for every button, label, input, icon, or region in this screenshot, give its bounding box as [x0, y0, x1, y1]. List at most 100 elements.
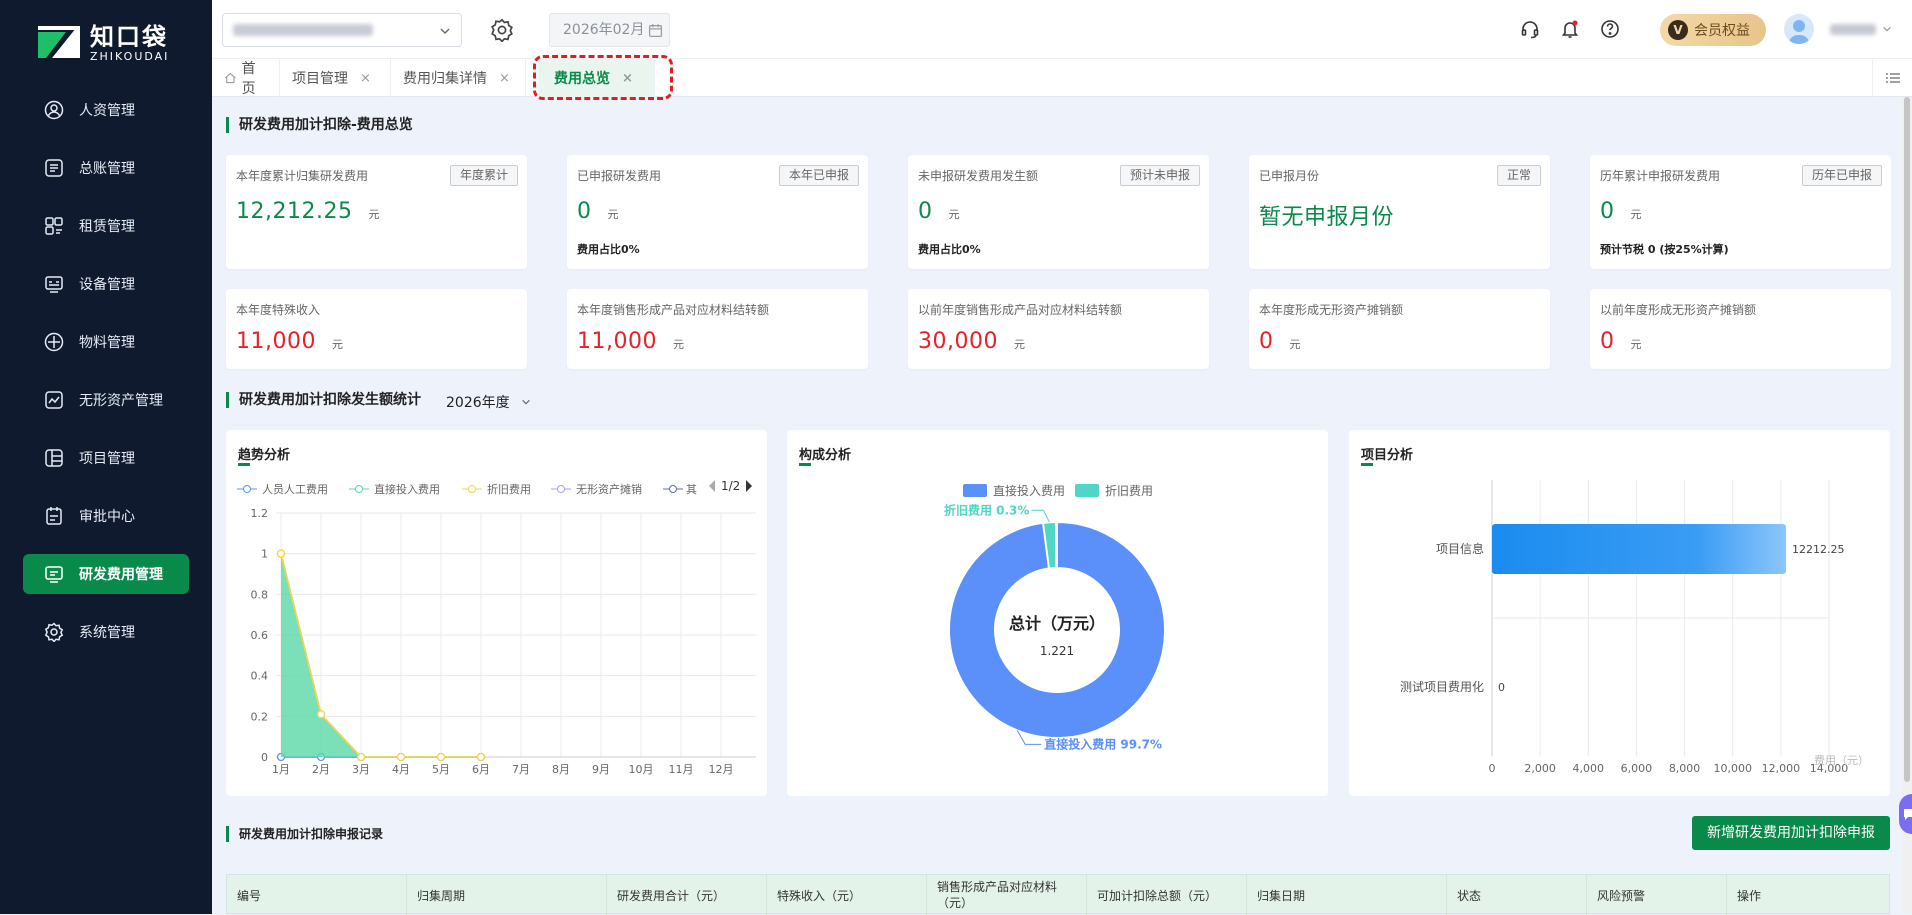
vip-badge-icon: V	[1668, 20, 1688, 40]
column-header[interactable]: 销售形成产品对应材料（元）	[927, 875, 1087, 915]
month-picker[interactable]: 2026年02月	[549, 13, 670, 47]
close-icon[interactable]: ×	[360, 71, 371, 86]
card-value: 12,212.25 元	[236, 199, 380, 224]
card-tag[interactable]: 本年已申报	[778, 165, 859, 186]
column-header[interactable]: 研发费用合计（元）	[607, 875, 767, 915]
card-tag[interactable]: 正常	[1496, 165, 1541, 186]
intangible-icon	[43, 389, 65, 411]
sidebar-item-project[interactable]: 项目管理	[23, 438, 189, 478]
card-label: 历年累计申报研发费用	[1600, 169, 1721, 183]
card-label: 本年度销售形成产品对应材料结转额	[577, 303, 770, 317]
page-scrollbar[interactable]	[1902, 97, 1912, 914]
card-sub: 费用占比0%	[577, 243, 640, 256]
avatar[interactable]	[1784, 14, 1814, 44]
data-point	[436, 752, 446, 762]
sidebar-item-material[interactable]: 物料管理	[23, 322, 189, 362]
composition-chart: 直接投入费用 折旧费用直接投入费用 99.7% 折旧费用 0.3% 总计（万元） 1.2…	[944, 483, 1166, 751]
sidebar-item-hr[interactable]: 人资管理	[23, 90, 189, 130]
column-header[interactable]: 操作	[1727, 875, 1891, 915]
card-value: 0元	[918, 199, 960, 224]
headset-icon[interactable]	[1520, 19, 1540, 39]
x-tick-label: 6月	[472, 763, 490, 776]
tab-menu-button[interactable]	[1872, 59, 1912, 97]
card-value: 11,000 元	[236, 329, 343, 354]
x-tick-label: 4月	[392, 763, 410, 776]
column-header[interactable]: 归集日期	[1247, 875, 1447, 915]
project-icon	[43, 447, 65, 469]
column-header[interactable]: 风险预警	[1587, 875, 1727, 915]
y-tick-label: 0	[261, 751, 268, 764]
vip-button[interactable]: V 会员权益	[1660, 14, 1766, 46]
add-declaration-button[interactable]: 新增研发费用加计扣除申报	[1692, 816, 1890, 850]
sidebar-item-label: 项目管理	[79, 451, 135, 467]
tab-expense-detail[interactable]: 费用归集详情 ×	[391, 59, 526, 97]
approval-icon	[43, 505, 65, 527]
pager-next-icon[interactable]	[744, 479, 754, 493]
card-intangible-current: 本年度形成无形资产摊销额 0元	[1249, 289, 1550, 369]
tab-label: 项目管理	[292, 71, 348, 87]
user-name-redacted[interactable]	[1830, 24, 1876, 35]
month-value: 2026年02月	[563, 22, 645, 38]
scrollbar-thumb[interactable]	[1904, 97, 1910, 782]
company-select[interactable]	[222, 13, 462, 47]
donut-center-value: 1.221	[1040, 644, 1074, 658]
data-point	[356, 752, 366, 762]
sidebar-item-system[interactable]: 系统管理	[23, 612, 189, 652]
legend-item[interactable]: 无形资产摊销	[551, 481, 642, 497]
column-header[interactable]: 可加计扣除总额（元）	[1087, 875, 1247, 915]
card-annual-collected: 本年度累计归集研发费用 年度累计 12,212.25 元	[226, 155, 527, 269]
tab-home[interactable]: 首页	[212, 59, 280, 97]
column-header[interactable]: 编号	[227, 875, 407, 915]
gear-icon[interactable]	[490, 18, 514, 42]
legend-item[interactable]: 直接投入费用	[349, 481, 440, 497]
close-icon[interactable]: ×	[499, 71, 510, 86]
sidebar-item-approval[interactable]: 审批中心	[23, 496, 189, 536]
x-axis-label: 费用（元）	[1814, 754, 1869, 767]
calendar-icon	[648, 24, 663, 38]
card-tag[interactable]: 历年已申报	[1801, 165, 1882, 186]
legend-item[interactable]: 其	[663, 481, 697, 497]
card-label: 已申报研发费用	[577, 169, 662, 183]
sidebar-item-rd-expense[interactable]: 研发费用管理	[23, 554, 189, 594]
pager-prev-icon[interactable]	[707, 479, 717, 493]
tab-project-management[interactable]: 项目管理 ×	[280, 59, 391, 97]
chat-float-button[interactable]	[1899, 794, 1912, 834]
column-header[interactable]: 归集周期	[407, 875, 607, 915]
card-intangible-previous: 以前年度形成无形资产摊销额 0元	[1590, 289, 1891, 369]
chevron-down-icon[interactable]	[1882, 24, 1892, 34]
y-tick-label: 项目信息	[1436, 541, 1484, 556]
x-tick-label: 0	[1489, 762, 1496, 775]
home-icon	[224, 72, 236, 84]
sidebar-item-intangible[interactable]: 无形资产管理	[23, 380, 189, 420]
logo[interactable]: 知口袋 ZHIKOUDAI	[36, 22, 169, 66]
bar-value-label: 0	[1498, 681, 1505, 694]
x-tick-label: 6,000	[1621, 762, 1653, 775]
bell-icon[interactable]	[1560, 19, 1580, 39]
card-tag[interactable]: 预计未申报	[1119, 165, 1200, 186]
card-label: 以前年度销售形成产品对应材料结转额	[918, 303, 1123, 317]
data-point	[276, 549, 286, 558]
column-header[interactable]: 特殊收入（元）	[767, 875, 927, 915]
card-declared: 已申报研发费用 本年已申报 0元 费用占比0%	[567, 155, 868, 269]
legend-item[interactable]: 折旧费用	[462, 481, 531, 497]
chevron-down-icon	[440, 28, 450, 34]
tab-label: 首页	[241, 61, 256, 97]
help-icon[interactable]	[1600, 19, 1620, 39]
top-bar: 2026年02月 V 会员权益	[212, 0, 1912, 59]
x-tick-label: 3月	[352, 763, 370, 776]
highlight-annotation	[533, 55, 673, 100]
legend-item[interactable]: 人员人工费用	[237, 481, 328, 497]
column-header[interactable]: 状态	[1447, 875, 1587, 915]
settings-icon	[43, 621, 65, 643]
logo-name: 知口袋	[90, 23, 168, 51]
card-label: 本年度累计归集研发费用	[236, 169, 369, 183]
x-tick-label: 12月	[709, 763, 734, 776]
card-label: 未申报研发费用发生额	[918, 169, 1039, 183]
x-tick-label: 9月	[592, 763, 610, 776]
y-tick-label: 测试项目费用化	[1400, 679, 1484, 694]
sidebar-item-ledger[interactable]: 总账管理	[23, 148, 189, 188]
card-tag[interactable]: 年度累计	[449, 165, 518, 186]
sidebar-item-lease[interactable]: 租赁管理	[23, 206, 189, 246]
sidebar-item-equipment[interactable]: 设备管理	[23, 264, 189, 304]
year-select[interactable]: 2026年度	[446, 392, 532, 412]
